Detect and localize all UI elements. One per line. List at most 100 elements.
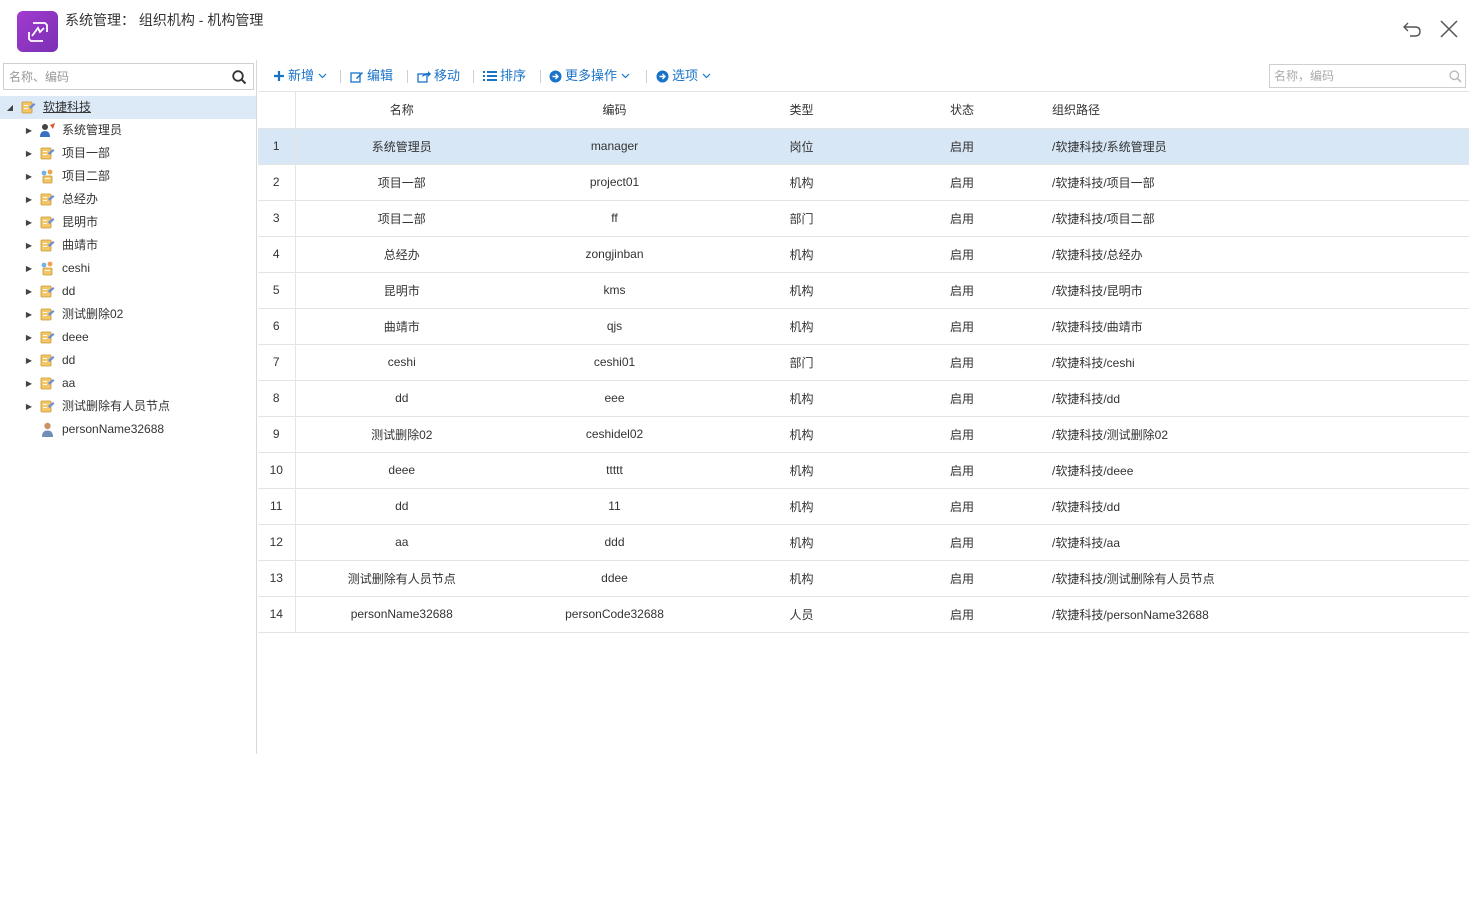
cell-code: ceshidel02 xyxy=(508,416,721,453)
expand-arrow-icon[interactable]: ▶ xyxy=(24,142,34,165)
table-row[interactable]: 4 总经办 zongjinban 机构 启用/软捷科技/总经办 xyxy=(258,236,1469,273)
tree-node[interactable]: personName32688 xyxy=(0,418,256,441)
cell-name: dd xyxy=(295,380,508,417)
sort-button[interactable]: 排序 xyxy=(483,67,526,85)
cell-name: 曲靖市 xyxy=(295,308,508,345)
dept-icon xyxy=(39,260,56,277)
table-row[interactable]: 10 deee ttttt 机构 启用/软捷科技/deee xyxy=(258,452,1469,489)
tree-node[interactable]: ▶ 总经办 xyxy=(0,188,256,211)
cell-name: 项目二部 xyxy=(295,200,508,237)
add-button[interactable]: 新增 xyxy=(273,67,330,85)
table-row[interactable]: 6 曲靖市 qjs 机构 启用/软捷科技/曲靖市 xyxy=(258,308,1469,345)
cell-status: 启用 xyxy=(882,488,1042,525)
table-row[interactable]: 13 测试删除有人员节点 ddee 机构 启用/软捷科技/测试删除有人员节点 xyxy=(258,560,1469,597)
undo-icon[interactable] xyxy=(1399,16,1425,42)
tree-node[interactable]: ▶ 项目一部 xyxy=(0,142,256,165)
expand-arrow-icon[interactable]: ▶ xyxy=(24,395,34,418)
table-row[interactable]: 5 昆明市 kms 机构 启用/软捷科技/昆明市 xyxy=(258,272,1469,309)
move-button[interactable]: 移动 xyxy=(417,67,460,85)
cell-status: 启用 xyxy=(882,560,1042,597)
expand-arrow-icon[interactable]: ▶ xyxy=(24,119,34,142)
table-row[interactable]: 2 项目一部 project01 机构 启用/软捷科技/项目一部 xyxy=(258,164,1469,201)
cell-path: /软捷科技/dd xyxy=(1042,380,1469,417)
toolbar: 新增 编辑 移动 排序 更多操作 选项 xyxy=(258,60,1469,92)
collapse-arrow-icon[interactable]: ◢ xyxy=(5,96,15,119)
tree-node[interactable]: ▶ 昆明市 xyxy=(0,211,256,234)
admin-position-icon xyxy=(39,122,56,139)
table-row[interactable]: 8 dd eee 机构 启用/软捷科技/dd xyxy=(258,380,1469,417)
tree-node-label: 测试删除有人员节点 xyxy=(62,399,171,413)
column-header-status[interactable]: 状态 xyxy=(882,92,1042,129)
expand-arrow-icon[interactable]: ▶ xyxy=(24,234,34,257)
column-header-code[interactable]: 编码 xyxy=(508,92,721,129)
expand-arrow-icon[interactable]: ▶ xyxy=(24,188,34,211)
table-row[interactable]: 1 系统管理员 manager 岗位 启用/软捷科技/系统管理员 xyxy=(258,128,1469,165)
org-icon xyxy=(39,352,56,369)
org-icon xyxy=(39,214,56,231)
cell-type: 岗位 xyxy=(721,128,882,165)
tree-node[interactable]: ▶ dd xyxy=(0,280,256,303)
chevron-down-icon xyxy=(318,73,327,79)
expand-arrow-icon[interactable]: ▶ xyxy=(24,372,34,395)
row-number: 13 xyxy=(258,560,296,597)
cell-path: /软捷科技/测试删除有人员节点 xyxy=(1042,560,1469,597)
search-icon[interactable] xyxy=(229,67,249,87)
table-row[interactable]: 14 personName32688 personCode32688 人员 启用/软捷科… xyxy=(258,596,1469,633)
search-icon[interactable] xyxy=(1447,68,1463,84)
expand-arrow-icon[interactable]: ▶ xyxy=(24,211,34,234)
options-button[interactable]: 选项 xyxy=(656,67,714,85)
tree-node[interactable]: ▶ 曲靖市 xyxy=(0,234,256,257)
tree-node-root[interactable]: ◢ 软捷科技 xyxy=(0,96,256,119)
grid-search-input[interactable] xyxy=(1270,65,1442,87)
table-row[interactable]: 12 aa ddd 机构 启用/软捷科技/aa xyxy=(258,524,1469,561)
cell-status: 启用 xyxy=(882,272,1042,309)
row-number: 5 xyxy=(258,272,296,309)
close-icon[interactable] xyxy=(1436,16,1462,42)
tree-search-input[interactable] xyxy=(4,64,224,89)
expand-arrow-icon[interactable]: ▶ xyxy=(24,257,34,280)
share-icon xyxy=(417,70,431,83)
tree-node[interactable]: ▶ 系统管理员 xyxy=(0,119,256,142)
cell-status: 启用 xyxy=(882,416,1042,453)
cell-type: 人员 xyxy=(721,596,882,633)
more-actions-label: 更多操作 xyxy=(565,68,618,83)
cell-path: /软捷科技/昆明市 xyxy=(1042,272,1469,309)
tree-node-label: ceshi xyxy=(62,261,91,275)
tree-node[interactable]: ▶ deee xyxy=(0,326,256,349)
column-header-name[interactable]: 名称 xyxy=(295,92,508,129)
cell-path: /软捷科技/项目二部 xyxy=(1042,200,1469,237)
org-tree: ◢ 软捷科技 ▶ 系统管理员 ▶ 项目一部 ▶ 项目二部 ▶ 总经办 ▶ 昆明市 ▶ 曲靖市 ▶ cesh… xyxy=(0,96,256,441)
column-header-path[interactable]: 组织路径 xyxy=(1042,92,1469,129)
tree-node-label: dd xyxy=(62,284,76,298)
cell-name: 总经办 xyxy=(295,236,508,273)
cell-code: ceshi01 xyxy=(508,344,721,381)
add-label: 新增 xyxy=(288,68,315,83)
tree-node[interactable]: ▶ ceshi xyxy=(0,257,256,280)
table-row[interactable]: 3 项目二部 ff 部门 启用/软捷科技/项目二部 xyxy=(258,200,1469,237)
tree-node[interactable]: ▶ aa xyxy=(0,372,256,395)
org-icon xyxy=(39,306,56,323)
table-row[interactable]: 7 ceshi ceshi01 部门 启用/软捷科技/ceshi xyxy=(258,344,1469,381)
cell-code: project01 xyxy=(508,164,721,201)
cell-code: ttttt xyxy=(508,452,721,489)
cell-code: 11 xyxy=(508,488,721,525)
column-header-type[interactable]: 类型 xyxy=(721,92,882,129)
table-row[interactable]: 11 dd 11 机构 启用/软捷科技/dd xyxy=(258,488,1469,525)
tree-node-label: 项目一部 xyxy=(62,146,111,160)
tree-node[interactable]: ▶ 测试删除02 xyxy=(0,303,256,326)
tree-node[interactable]: ▶ dd xyxy=(0,349,256,372)
cell-type: 部门 xyxy=(721,200,882,237)
expand-arrow-icon[interactable]: ▶ xyxy=(24,280,34,303)
expand-arrow-icon[interactable]: ▶ xyxy=(24,165,34,188)
grid-header: 名称 编码 类型 状态 组织路径 xyxy=(258,92,1469,129)
expand-arrow-icon[interactable]: ▶ xyxy=(24,349,34,372)
tree-node[interactable]: ▶ 项目二部 xyxy=(0,165,256,188)
tree-node[interactable]: ▶ 测试删除有人员节点 xyxy=(0,395,256,418)
expand-arrow-icon[interactable]: ▶ xyxy=(24,303,34,326)
expand-arrow-icon[interactable]: ▶ xyxy=(24,326,34,349)
row-number: 12 xyxy=(258,524,296,561)
more-actions-button[interactable]: 更多操作 xyxy=(549,67,633,85)
cell-path: /软捷科技/ceshi xyxy=(1042,344,1469,381)
edit-button[interactable]: 编辑 xyxy=(350,67,393,85)
table-row[interactable]: 9 测试删除02 ceshidel02 机构 启用/软捷科技/测试删除02 xyxy=(258,416,1469,453)
